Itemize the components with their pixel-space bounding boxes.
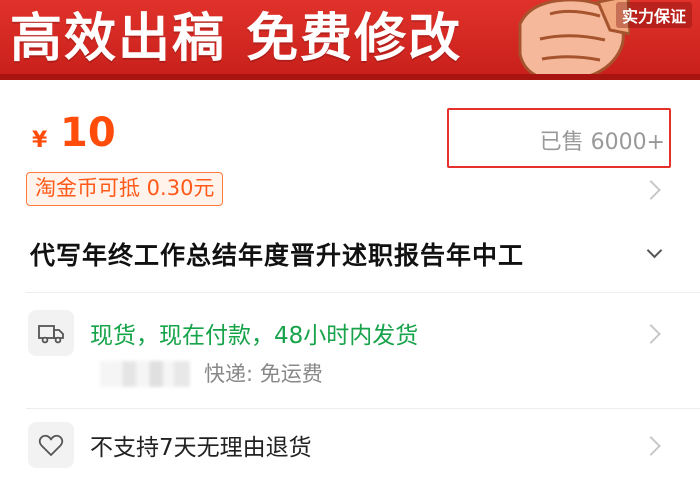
banner-slogan: 高效出稿 免费修改: [10, 9, 463, 69]
shipping-fee: 快递: 免运费: [204, 362, 323, 386]
returns-icon-box: [28, 422, 74, 468]
coin-discount-badge[interactable]: 淘金币可抵 0.30元: [26, 172, 224, 206]
return-policy: 不支持7天无理由退货: [90, 435, 312, 461]
sold-count: 已售 6000+: [539, 130, 665, 155]
divider: [26, 408, 700, 409]
returns-chevron-right-icon[interactable]: [641, 436, 661, 456]
delivery-status: 现货，现在付款，48小时内发货: [90, 323, 419, 349]
price-amount: 10: [60, 110, 116, 156]
blurred-location: [100, 361, 190, 387]
coupon-chevron-right-icon[interactable]: [641, 180, 661, 200]
product-title: 代写年终工作总结年度晋升述职报告年中工: [30, 241, 525, 270]
heart-icon: [38, 434, 64, 456]
sold-count-highlight: 已售 6000+: [447, 108, 671, 168]
truck-icon: [38, 325, 64, 344]
delivery-icon-box: [28, 310, 74, 356]
currency-symbol: ¥: [32, 128, 48, 153]
thumbs-up-fist-icon: [518, 0, 630, 80]
delivery-chevron-right-icon[interactable]: [641, 324, 661, 344]
guarantee-badge: 实力保证: [615, 2, 692, 28]
title-expand-chevron-down-icon[interactable]: [646, 242, 663, 259]
banner-stripe: [0, 74, 700, 80]
divider: [26, 292, 700, 293]
promo-banner: 高效出稿 免费修改 实力保证: [0, 0, 700, 80]
